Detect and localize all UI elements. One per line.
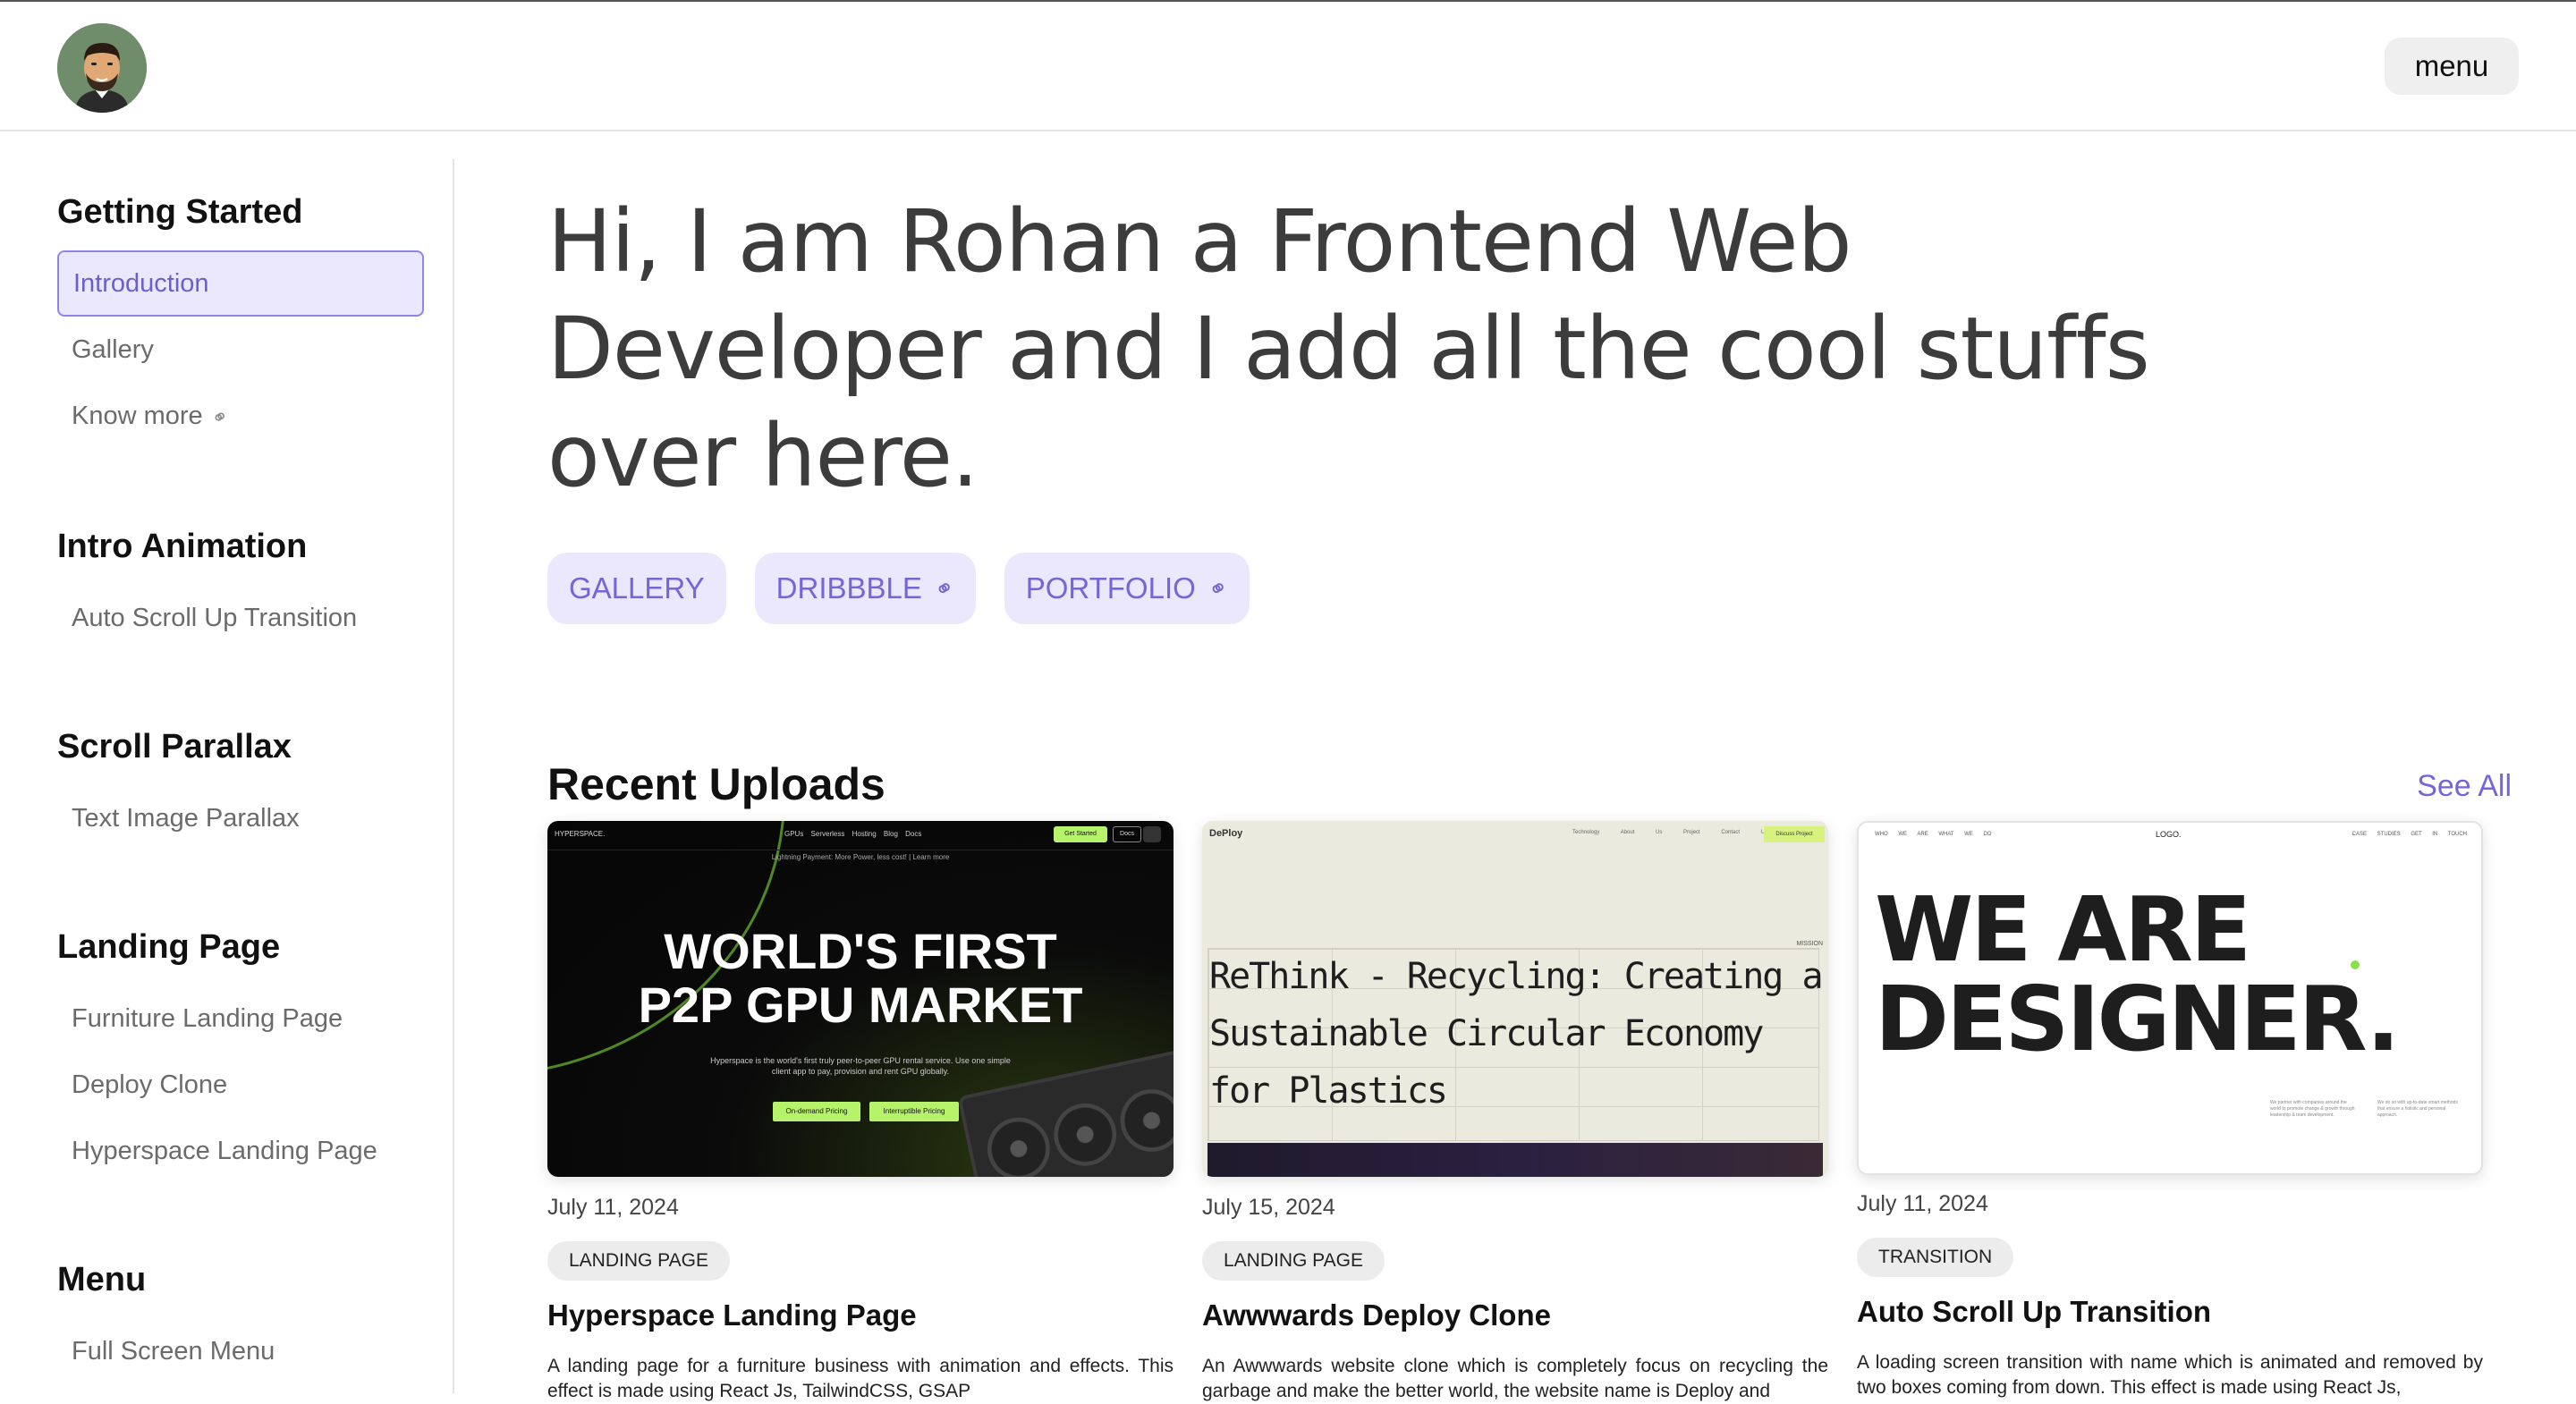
thumb-nav-links: Technology About Us Project Contact Us [1572,830,1768,835]
link-icon: ⚭ [207,403,233,432]
card-description: A landing page for a furniture business … [547,1356,1174,1401]
green-dot [2351,960,2360,969]
thumb-headline: WE ARE DESIGNER. [1875,877,2400,1071]
section-title-scroll-parallax: Scroll Parallax [57,728,292,765]
sidebar-item-know-more[interactable]: Know more ⚭ [57,383,424,449]
card-title[interactable]: Awwwards Deploy Clone [1202,1298,1551,1332]
link-icon: ⚭ [1202,571,1233,605]
sidebar-item-label: Introduction [73,269,209,298]
card-thumbnail[interactable]: WHO WE ARE WHAT WE DO LOGO. CASE STUDIES… [1857,821,2483,1175]
category-chip[interactable]: LANDING PAGE [1202,1241,1385,1281]
sidebar-item-gallery[interactable]: Gallery [57,317,424,383]
sidebar-item-text-image-parallax[interactable]: Text Image Parallax [57,785,424,851]
sidebar-item-label: Gallery [72,335,154,364]
upload-card-hyperspace[interactable]: HYPERSPACE. GPUs Serverless Hosting Blog… [547,821,1174,1401]
hero-heading: Hi, I am Rohan a Frontend Web Developer … [547,188,2157,510]
sidebar-item-auto-scroll-up-transition[interactable]: Auto Scroll Up Transition [57,585,424,651]
thumb-promo: Lightning Payment: More Power, less cost… [771,853,950,861]
category-chip[interactable]: LANDING PAGE [547,1241,730,1281]
gpu-fan [1047,1097,1123,1172]
tag-label: PORTFOLIO [1025,571,1196,605]
upload-card-deploy[interactable]: DePloy Technology About Us Project Conta… [1202,821,1828,1401]
card-title[interactable]: Hyperspace Landing Page [547,1298,917,1332]
portfolio-tag-button[interactable]: PORTFOLIO ⚭ [1004,553,1250,624]
sidebar-item-label: Auto Scroll Up Transition [72,604,358,632]
thumb-navbar: HYPERSPACE. GPUs Serverless Hosting Blog… [547,821,1174,850]
thumb-cta: Discuss Project [1764,826,1825,842]
sidebar-item-label: Deploy Clone [72,1070,228,1099]
sidebar-item-deploy-clone[interactable]: Deploy Clone [57,1052,424,1118]
card-thumbnail[interactable]: HYPERSPACE. GPUs Serverless Hosting Blog… [547,821,1174,1177]
thumb-bottom-image [1208,1143,1823,1177]
link-icon: ⚭ [928,571,960,605]
top-header: menu [0,2,2576,131]
thumb-small-text-1: We partner with companies around the wor… [2270,1100,2355,1118]
sidebar-item-label: Hyperspace Landing Page [72,1137,377,1165]
card-date: July 11, 2024 [1857,1191,1988,1216]
avatar-illustration [57,23,147,113]
hero-line-1: Hi, I am Rohan a Frontend Web [547,191,1852,292]
sidebar-item-label: Full Screen Menu [72,1337,275,1366]
gpu-fan [981,1112,1056,1177]
upload-card-auto-scroll[interactable]: WHO WE ARE WHAT WE DO LOGO. CASE STUDIES… [1857,821,2483,1398]
thumb-headline-line-1: WORLD'S FIRST [664,923,1057,979]
thumb-headline-line-2: DESIGNER. [1875,967,2400,1071]
card-date: July 15, 2024 [1202,1195,1335,1220]
tag-label: GALLERY [569,571,705,605]
thumb-headline: WORLD'S FIRST P2P GPU MARKET [547,925,1174,1032]
thumb-nav-right: CASE STUDIES GET IN TOUCH [2351,832,2467,837]
thumb-nav-left: WHO WE ARE WHAT WE DO [1875,832,1992,837]
thumb-button-1: On-demand Pricing [773,1102,860,1121]
thumb-get-started: Get Started [1054,826,1107,842]
sidebar-item-label: Furniture Landing Page [72,1004,343,1033]
thumb-headline: ReThink - Recycling: Creating a Sustaina… [1209,956,1824,1112]
see-all-link[interactable]: See All [2417,769,2512,804]
thumb-subtext: Hyperspace is the world's first truly pe… [710,1056,1011,1076]
gpu-fan [1114,1083,1174,1158]
thumb-mission-label: MISSION [1796,941,1823,947]
thumb-logo: DePloy [1209,828,1243,839]
thumb-navbar: DePloy Technology About Us Project Conta… [1202,821,1828,846]
thumb-small-text-2: We do so with up-to-date smart methods t… [2377,1100,2458,1118]
sidebar-item-label: Text Image Parallax [72,804,300,833]
card-thumbnail[interactable]: DePloy Technology About Us Project Conta… [1202,821,1828,1177]
thumb-docs: Docs [1113,826,1141,842]
sidebar-item-label: Know more [72,402,203,430]
hero-line-3: over here. [547,406,979,506]
thumb-button-2: Interruptible Pricing [869,1102,959,1121]
thumb-logo: LOGO. [2156,830,2182,839]
section-title-landing-page: Landing Page [57,928,281,966]
thumb-headline-line-1: WE ARE [1875,877,2251,982]
thumb-menu-icon [1143,826,1161,842]
card-title[interactable]: Auto Scroll Up Transition [1857,1295,2211,1329]
hero-line-2: Developer and I add all the cool stuffs [547,299,2150,399]
category-chip[interactable]: TRANSITION [1857,1238,2014,1277]
thumb-logo: HYPERSPACE. [555,830,606,838]
section-title-intro-animation: Intro Animation [57,528,308,565]
avatar[interactable] [57,23,147,113]
section-title-menu: Menu [57,1261,147,1298]
gallery-tag-button[interactable]: GALLERY [547,553,726,624]
sidebar-item-full-screen-menu[interactable]: Full Screen Menu [57,1318,424,1384]
sidebar-item-introduction[interactable]: Introduction [57,250,424,317]
section-title-getting-started: Getting Started [57,193,303,231]
thumb-nav-links: GPUs Serverless Hosting Blog Docs [784,830,922,838]
hero-tags: GALLERY DRIBBBLE ⚭ PORTFOLIO ⚭ [547,553,1250,624]
tag-label: DRIBBBLE [775,571,922,605]
recent-uploads-title: Recent Uploads [547,759,886,809]
sidebar-item-hyperspace-landing-page[interactable]: Hyperspace Landing Page [57,1118,424,1184]
dribbble-tag-button[interactable]: DRIBBBLE ⚭ [754,553,976,624]
thumb-headline-line-2: P2P GPU MARKET [638,977,1083,1033]
thumb-navbar: WHO WE ARE WHAT WE DO LOGO. CASE STUDIES… [1859,823,2481,844]
card-date: July 11, 2024 [547,1195,679,1220]
sidebar: Getting Started Introduction Gallery Kno… [0,159,454,1393]
sidebar-item-furniture-landing-page[interactable]: Furniture Landing Page [57,985,424,1052]
card-description: An Awwwards website clone which is compl… [1202,1356,1828,1401]
menu-button[interactable]: menu [2385,38,2519,95]
